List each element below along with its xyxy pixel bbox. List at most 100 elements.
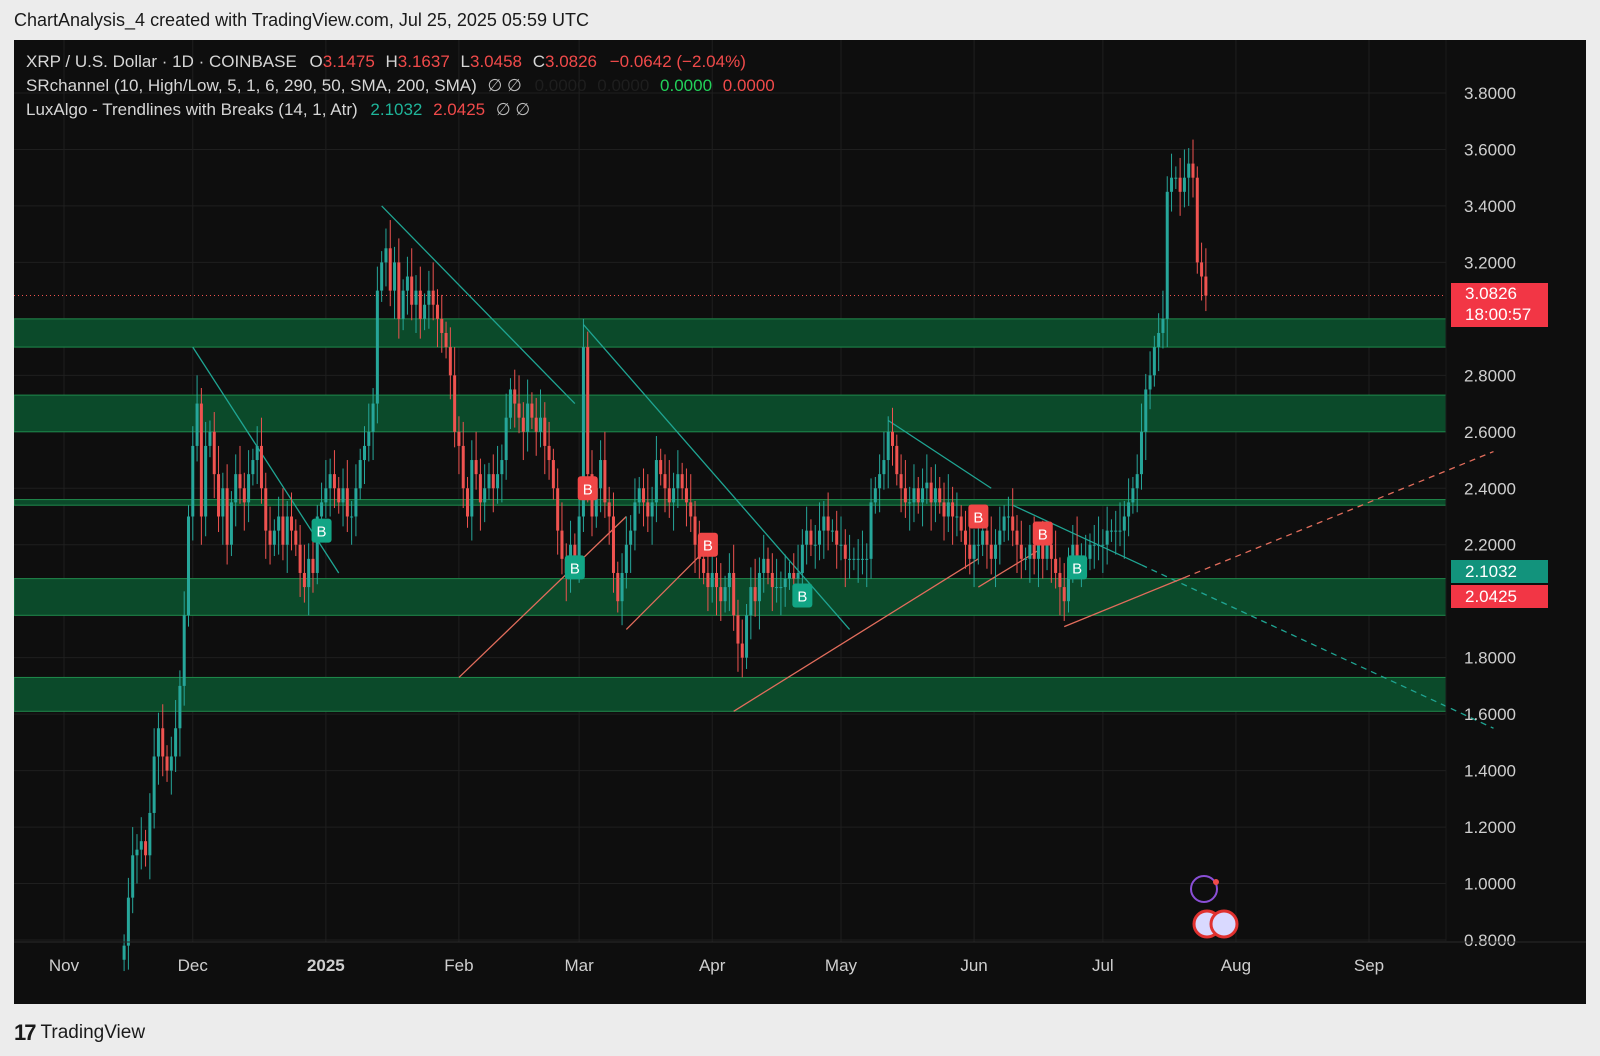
candle-body[interactable] — [350, 516, 354, 518]
candle-body[interactable] — [418, 290, 422, 319]
candle-body[interactable] — [942, 502, 946, 517]
candle-body[interactable] — [989, 544, 993, 559]
candle-body[interactable] — [294, 530, 298, 545]
candle-body[interactable] — [642, 488, 646, 503]
candle-body[interactable] — [951, 502, 955, 517]
candle-body[interactable] — [667, 488, 671, 503]
candle-body[interactable] — [414, 290, 418, 305]
candle-body[interactable] — [234, 474, 238, 503]
candle-body[interactable] — [933, 488, 937, 503]
candle-body[interactable] — [994, 544, 998, 559]
candle-body[interactable] — [1195, 177, 1199, 263]
candle-body[interactable] — [1002, 516, 1006, 531]
candle-body[interactable] — [586, 347, 590, 475]
candle-body[interactable] — [1178, 177, 1182, 192]
candle-body[interactable] — [423, 304, 427, 319]
candle-body[interactable] — [1127, 502, 1131, 517]
candle-body[interactable] — [281, 516, 285, 545]
candle-body[interactable] — [487, 474, 491, 489]
candle-body[interactable] — [1139, 431, 1143, 475]
candle-body[interactable] — [689, 502, 693, 517]
candle-body[interactable] — [912, 488, 916, 503]
candle-body[interactable] — [453, 375, 457, 432]
candle-body[interactable] — [178, 685, 182, 729]
candle-body[interactable] — [341, 488, 345, 503]
candle-body[interactable] — [556, 488, 560, 531]
candle-body[interactable] — [1024, 558, 1028, 560]
us-flag-event-icon[interactable] — [1209, 909, 1239, 939]
candle-body[interactable] — [848, 558, 852, 560]
candle-body[interactable] — [740, 643, 744, 658]
candle-body[interactable] — [126, 897, 130, 946]
candle-body[interactable] — [981, 530, 985, 545]
candle-body[interactable] — [624, 544, 628, 573]
candle-body[interactable] — [903, 488, 907, 503]
candle-body[interactable] — [1092, 544, 1096, 546]
candle-body[interactable] — [659, 460, 663, 475]
candle-body[interactable] — [380, 262, 384, 291]
candle-body[interactable] — [745, 615, 749, 658]
candle-body[interactable] — [1088, 544, 1092, 559]
candle-body[interactable] — [959, 516, 963, 531]
candle-body[interactable] — [925, 482, 929, 489]
candle-body[interactable] — [371, 403, 375, 432]
candle-body[interactable] — [491, 474, 495, 489]
candle-body[interactable] — [1144, 389, 1148, 432]
candle-body[interactable] — [1015, 530, 1019, 545]
candle-body[interactable] — [714, 572, 719, 588]
symbol-name[interactable]: XRP / U.S. Dollar · 1D · COINBASE — [26, 52, 297, 71]
candle-body[interactable] — [882, 460, 886, 475]
candle-body[interactable] — [1062, 587, 1066, 602]
candle-body[interactable] — [298, 544, 302, 573]
candle-body[interactable] — [397, 262, 401, 319]
candle-body[interactable] — [637, 488, 641, 503]
candle-body[interactable] — [526, 403, 530, 432]
candle-body[interactable] — [238, 474, 242, 489]
candle-body[interactable] — [963, 530, 967, 545]
candle-body[interactable] — [878, 474, 882, 489]
candle-body[interactable] — [822, 516, 826, 531]
candle-body[interactable] — [792, 572, 796, 579]
candle-body[interactable] — [1165, 191, 1169, 319]
candle-body[interactable] — [521, 417, 525, 432]
candle-body[interactable] — [839, 544, 843, 546]
candle-body[interactable] — [354, 488, 358, 517]
candle-body[interactable] — [607, 502, 611, 517]
candle-body[interactable] — [646, 502, 650, 517]
candle-body[interactable] — [1191, 163, 1195, 178]
candle-body[interactable] — [800, 544, 804, 573]
candle-body[interactable] — [732, 572, 736, 616]
candle-body[interactable] — [461, 445, 465, 489]
candle-body[interactable] — [513, 389, 517, 404]
candle-body[interactable] — [706, 572, 710, 588]
candle-body[interactable] — [345, 488, 349, 517]
candle-body[interactable] — [427, 290, 431, 305]
candle-body[interactable] — [470, 460, 474, 517]
candle-body[interactable] — [474, 460, 478, 475]
candle-body[interactable] — [702, 558, 706, 573]
candle-body[interactable] — [229, 502, 233, 545]
candle-body[interactable] — [169, 756, 173, 771]
candle-body[interactable] — [534, 417, 538, 432]
candle-body[interactable] — [650, 502, 654, 517]
candle-body[interactable] — [255, 445, 259, 461]
candle-body[interactable] — [208, 431, 212, 446]
candle-body[interactable] — [560, 530, 564, 559]
candle-body[interactable] — [277, 516, 281, 531]
candle-body[interactable] — [676, 474, 680, 489]
candle-body[interactable] — [478, 474, 482, 503]
candle-body[interactable] — [1182, 177, 1186, 192]
candle-body[interactable] — [440, 318, 444, 333]
candle-body[interactable] — [311, 558, 315, 573]
candle-body[interactable] — [770, 572, 774, 588]
candle-body[interactable] — [654, 460, 658, 503]
candle-body[interactable] — [749, 587, 753, 616]
candle-body[interactable] — [796, 572, 800, 579]
candle-body[interactable] — [985, 530, 989, 545]
candle-body[interactable] — [719, 587, 723, 602]
candle-body[interactable] — [1101, 544, 1105, 546]
candle-body[interactable] — [401, 290, 405, 319]
candle-body[interactable] — [818, 530, 822, 545]
candle-body[interactable] — [320, 502, 324, 517]
candle-body[interactable] — [1054, 558, 1058, 573]
